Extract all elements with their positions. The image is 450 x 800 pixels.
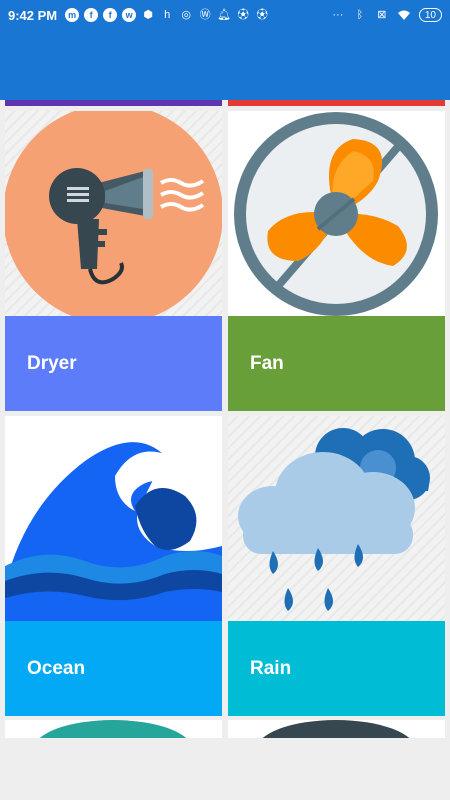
more-dots-icon: ··· — [332, 8, 344, 21]
card-label: Dryer — [5, 316, 222, 411]
empty-area — [0, 738, 450, 800]
notification-icons: m f f w ⬢ h ◎ Ⓦ 🔔︎ ⚽︎ ⚽︎ — [65, 8, 269, 22]
card-rain[interactable]: Rain — [228, 416, 445, 716]
previous-card-strip[interactable] — [228, 100, 445, 106]
card-fan[interactable]: Fan — [228, 111, 445, 411]
app-bar — [0, 30, 450, 100]
rain-cloud-icon — [238, 428, 430, 611]
bluetooth-icon: ᛒ — [356, 8, 364, 21]
card-dryer[interactable]: Dryer — [5, 111, 222, 411]
battery-icon: 10 — [418, 8, 442, 22]
soccer-ball-icon: ⚽︎ — [256, 8, 268, 21]
facebook-icon: f — [84, 8, 99, 22]
card-image — [5, 416, 222, 621]
wordpress-icon: Ⓦ — [199, 8, 211, 21]
system-icons: ··· ᛒ ⊠ 10 — [331, 8, 442, 22]
card-label: Rain — [228, 621, 445, 716]
next-card-image — [39, 720, 187, 738]
previous-card-strip[interactable] — [5, 100, 222, 106]
card-image — [228, 111, 445, 316]
next-card-peek[interactable] — [228, 720, 445, 738]
fan-icon — [234, 112, 438, 316]
hair-dryer-icon — [5, 111, 222, 316]
whatsapp-icon: w — [122, 8, 137, 22]
ocean-wave-icon — [5, 442, 222, 621]
bell-icon: 🔔︎ — [217, 8, 232, 21]
status-bar: 9:42 PM m f f w ⬢ h ◎ Ⓦ 🔔︎ ⚽︎ ⚽︎ ··· ᛒ ⊠… — [0, 0, 450, 30]
wifi-icon — [397, 8, 411, 22]
no-sim-icon: ⊠ — [377, 8, 387, 21]
card-ocean[interactable]: Ocean — [5, 416, 222, 716]
status-time: 9:42 PM — [8, 7, 58, 23]
h-icon: h — [164, 8, 171, 21]
facebook-icon: f — [103, 8, 118, 22]
instagram-icon: ◎ — [181, 8, 191, 21]
next-card-image — [262, 720, 410, 738]
card-label: Fan — [228, 316, 445, 411]
messenger-icon: m — [65, 8, 80, 22]
soccer-ball-icon: ⚽︎ — [237, 8, 249, 21]
card-image — [5, 111, 222, 316]
box-icon: ⬢ — [143, 8, 153, 21]
next-card-peek[interactable] — [5, 720, 222, 738]
card-image — [228, 416, 445, 621]
card-label: Ocean — [5, 621, 222, 716]
